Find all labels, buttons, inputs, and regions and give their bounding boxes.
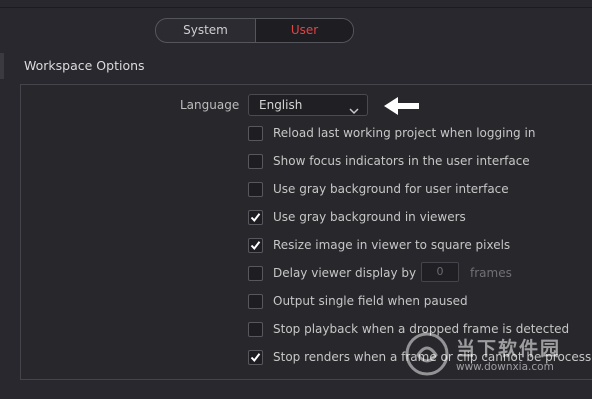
option-label: Reload last working project when logging… [273,126,536,140]
section-indicator [0,53,4,79]
option-checkbox[interactable] [248,322,263,337]
settings-scope-toggle: System User [155,18,354,43]
option-checkbox[interactable] [248,126,263,141]
option-label: Resize image in viewer to square pixels [273,238,511,252]
arrow-annotation-icon [382,95,422,121]
option-checkbox[interactable] [248,182,263,197]
tab-user[interactable]: User [256,19,353,42]
language-dropdown[interactable]: English [248,94,368,116]
watermark-url: www.downxia.com [456,361,554,373]
option-label: Output single field when paused [273,294,468,308]
checkmark-icon [250,353,261,363]
delay-frames-input[interactable]: 0 [421,262,459,282]
option-checkbox[interactable] [248,294,263,309]
watermark-logo-icon [404,331,450,381]
checkmark-icon [250,213,261,223]
top-divider [0,7,592,8]
option-checkbox[interactable] [248,210,263,225]
language-label: Language [180,98,240,112]
chevron-down-icon [349,100,359,119]
option-label: Delay viewer display by [273,266,417,280]
language-value: English [259,98,303,112]
option-checkbox[interactable] [248,266,263,281]
watermark-name: 当下软件园 [456,338,562,360]
option-checkbox[interactable] [248,238,263,253]
option-checkbox[interactable] [248,154,263,169]
tab-system[interactable]: System [156,19,256,42]
option-checkbox[interactable] [248,350,263,365]
option-label: Use gray background for user interface [273,182,509,196]
option-label: Use gray background in viewers [273,210,466,224]
checkmark-icon [250,241,261,251]
option-label: Show focus indicators in the user interf… [273,154,530,168]
delay-frames-unit: frames [470,266,512,280]
section-title: Workspace Options [24,58,145,73]
